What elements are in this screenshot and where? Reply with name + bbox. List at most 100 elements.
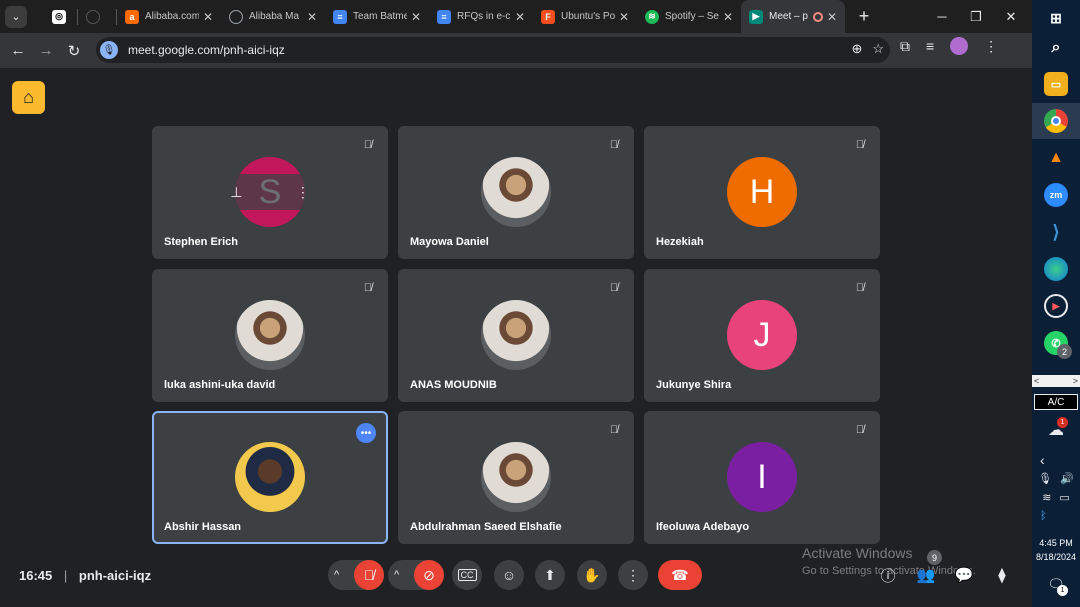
close-window-button[interactable]: ✕ bbox=[994, 0, 1028, 33]
taskbar-scrollbar[interactable]: < > bbox=[1032, 375, 1080, 387]
tab-meet[interactable]: ▶ Meet – p ✕ bbox=[741, 0, 845, 33]
zoom-app-icon[interactable]: zm bbox=[1044, 183, 1068, 207]
vlc-icon[interactable]: ▲ bbox=[1044, 146, 1068, 170]
tab-spotify[interactable]: ≋ Spotify – Se ✕ bbox=[637, 0, 741, 33]
activities-button[interactable]: ⧫ bbox=[991, 564, 1013, 586]
people-button[interactable]: 👥 bbox=[915, 564, 937, 586]
taskbar-clock[interactable]: 4:45 PM 8/18/2024 bbox=[1032, 536, 1080, 564]
more-options-button[interactable]: ⋮ bbox=[618, 560, 648, 590]
participant-name: Ifeoluwa Adebayo bbox=[656, 521, 750, 533]
meet-stage: ⌂ S ⊥ · ⋮ 🎙̸ Stephen Erich 🎙̸ Mayowa Dan… bbox=[0, 68, 1032, 607]
close-icon[interactable]: ✕ bbox=[515, 10, 525, 24]
participant-tile[interactable]: J 🎙̸ Jukunye Shira bbox=[644, 269, 880, 402]
edge-icon[interactable] bbox=[1044, 257, 1068, 281]
participant-tile[interactable]: 🎙̸ Abdulrahman Saeed Elshafie bbox=[398, 411, 634, 544]
ac-indicator[interactable]: A/C bbox=[1034, 394, 1078, 410]
bookmark-star-icon[interactable]: ☆ bbox=[872, 41, 884, 57]
avatar bbox=[481, 300, 551, 370]
avatar-initial: I bbox=[757, 457, 767, 496]
participant-tile[interactable]: I 🎙̸ Ifeoluwa Adebayo bbox=[644, 411, 880, 544]
mic-tray-icon[interactable]: 🎙 bbox=[1038, 472, 1052, 485]
participant-name: Jukunye Shira bbox=[656, 379, 732, 391]
present-button[interactable]: ⬆ bbox=[535, 560, 565, 590]
windows-start-icon[interactable]: ⊞ bbox=[1044, 6, 1068, 30]
chevron-up-icon[interactable]: ^ bbox=[394, 569, 399, 581]
chevron-up-icon[interactable]: ^ bbox=[334, 569, 339, 581]
tab-search-button[interactable]: ⌄ bbox=[5, 5, 27, 28]
tray-expand-icon[interactable]: ‹ bbox=[1032, 452, 1080, 468]
tab-team-batme[interactable]: ≡ Team Batme ✕ bbox=[325, 0, 429, 33]
bluetooth-icon[interactable]: ᛒ bbox=[1032, 510, 1080, 522]
participant-tile-self[interactable]: ••• Abshir Hassan bbox=[152, 411, 388, 544]
notification-icon[interactable]: 🗨 bbox=[1032, 576, 1080, 593]
participant-tile[interactable]: 🎙̸ luka ashini-uka david bbox=[152, 269, 388, 402]
more-options-icon[interactable]: ⋮ bbox=[296, 184, 310, 201]
file-explorer-icon[interactable]: ▭ bbox=[1044, 72, 1068, 96]
participant-tile[interactable]: H 🎙̸ Hezekiah bbox=[644, 126, 880, 259]
camera-off-icon[interactable]: ⊘ bbox=[414, 560, 444, 590]
meeting-details-button[interactable]: ⓘ bbox=[877, 564, 899, 586]
zoom-icon[interactable]: ⊕ bbox=[851, 41, 862, 57]
back-button[interactable]: ← bbox=[4, 37, 32, 65]
leave-call-button[interactable]: ☎ bbox=[658, 560, 702, 590]
close-icon[interactable]: ✕ bbox=[203, 10, 213, 24]
avatar bbox=[235, 300, 305, 370]
address-bar[interactable]: 🎙 meet.google.com/pnh-aici-iqz ⊕ ☆ bbox=[96, 37, 890, 63]
search-icon[interactable]: ⌕ bbox=[1044, 36, 1068, 60]
tab-ubuntu[interactable]: F Ubuntu's Po ✕ bbox=[533, 0, 637, 33]
new-tab-button[interactable]: + bbox=[851, 4, 877, 30]
close-icon[interactable]: ✕ bbox=[307, 10, 317, 24]
camera-control[interactable]: ^ ⊘ bbox=[388, 560, 444, 590]
pin-icon[interactable]: ⊥ bbox=[230, 184, 242, 201]
recording-icon bbox=[812, 11, 823, 22]
windows-taskbar: ⊞ ⌕ ▭ ▲ zm ⟩ ▶ ✆ 2 < > A/C ☁ 1 ‹ 🎙 🔊 ≋ ▭… bbox=[1032, 0, 1080, 607]
globe-icon bbox=[229, 9, 243, 24]
tab-title: Alibaba Ma bbox=[249, 11, 300, 22]
more-options-icon[interactable]: ••• bbox=[356, 423, 376, 443]
extensions-icon[interactable]: ⧉ bbox=[900, 38, 910, 55]
close-icon[interactable]: ✕ bbox=[827, 10, 837, 24]
avatar: I bbox=[727, 442, 797, 512]
avatar-initial: J bbox=[753, 315, 771, 354]
tab-alibaba-ma[interactable]: Alibaba Ma ✕ bbox=[221, 0, 325, 33]
wifi-icon[interactable]: ≋ bbox=[1042, 491, 1051, 504]
reload-button[interactable]: ↻ bbox=[60, 37, 88, 65]
chatgpt-icon: ◎ bbox=[52, 9, 66, 24]
tab-title: Alibaba.com bbox=[145, 11, 199, 22]
chat-button[interactable]: 💬 bbox=[953, 564, 975, 586]
participant-tile[interactable]: 🎙̸ Mayowa Daniel bbox=[398, 126, 634, 259]
forward-button[interactable]: → bbox=[32, 37, 60, 65]
mic-site-icon[interactable]: 🎙 bbox=[100, 41, 118, 59]
vscode-icon[interactable]: ⟩ bbox=[1044, 220, 1068, 244]
chrome-icon[interactable] bbox=[1044, 109, 1068, 133]
tab-github[interactable] bbox=[78, 0, 116, 33]
tab-title: RFQs in e-c bbox=[457, 11, 511, 22]
github-icon bbox=[86, 9, 100, 24]
restore-button[interactable]: ❐ bbox=[959, 0, 993, 33]
profile-avatar[interactable] bbox=[950, 37, 969, 55]
close-icon[interactable]: ✕ bbox=[723, 10, 733, 24]
media-player-icon[interactable]: ▶ bbox=[1044, 294, 1068, 318]
reactions-button[interactable]: ☺ bbox=[494, 560, 524, 590]
close-icon[interactable]: ✕ bbox=[619, 10, 629, 24]
minimize-button[interactable]: ─ bbox=[925, 0, 959, 33]
tab-alibaba[interactable]: a Alibaba.com ✕ bbox=[117, 0, 221, 33]
participant-tile[interactable]: S ⊥ · ⋮ 🎙̸ Stephen Erich bbox=[152, 126, 388, 259]
mic-off-icon[interactable]: 🎙̸ bbox=[354, 560, 384, 590]
participant-tile[interactable]: 🎙̸ ANAS MOUDNIB bbox=[398, 269, 634, 402]
mic-control[interactable]: ^ 🎙̸ bbox=[328, 560, 384, 590]
chevron-right-icon[interactable]: > bbox=[1073, 376, 1078, 386]
tab-title: Meet – p bbox=[769, 11, 808, 22]
raise-hand-button[interactable]: ✋ bbox=[577, 560, 607, 590]
menu-kebab-icon[interactable]: ⋮ bbox=[984, 38, 998, 55]
media-control-icon[interactable]: ≡ bbox=[926, 38, 934, 54]
close-icon[interactable]: ✕ bbox=[411, 10, 421, 24]
weather-icon[interactable]: ☁ bbox=[1032, 420, 1080, 440]
battery-icon[interactable]: ▭ bbox=[1059, 491, 1069, 504]
captions-button[interactable]: CC bbox=[452, 560, 482, 590]
tab-chatgpt[interactable]: ◎ bbox=[41, 0, 77, 33]
present-screen-icon: ⬆ bbox=[544, 566, 556, 583]
tab-rfqs[interactable]: ≡ RFQs in e-c ✕ bbox=[429, 0, 533, 33]
chevron-left-icon[interactable]: < bbox=[1034, 376, 1039, 386]
volume-icon[interactable]: 🔊 bbox=[1060, 472, 1074, 485]
